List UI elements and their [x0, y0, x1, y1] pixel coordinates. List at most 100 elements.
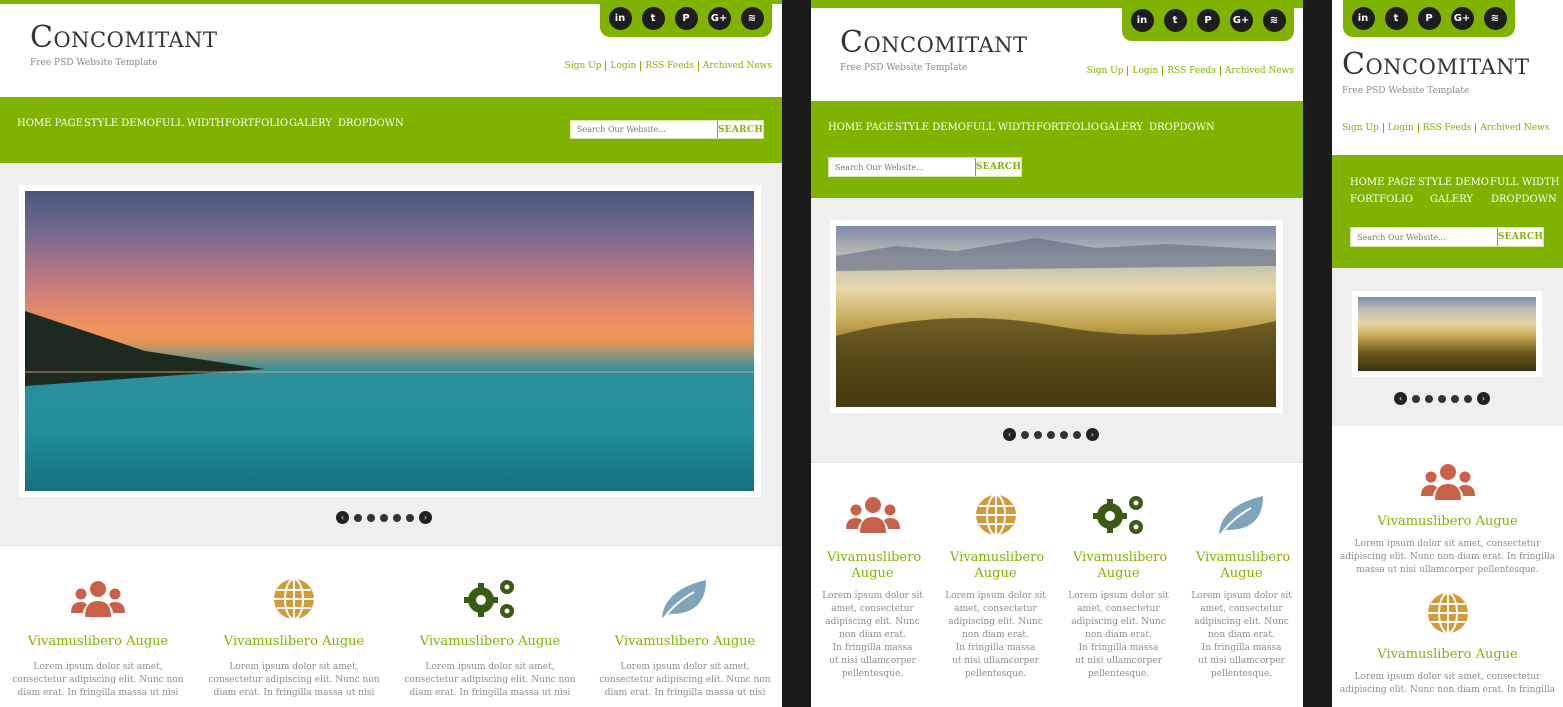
gears-icon	[392, 578, 588, 620]
feature-title[interactable]: Vivamuslibero Augue	[934, 550, 1057, 582]
slider-next-button[interactable]: ›	[1086, 428, 1099, 441]
slider-area: ‹ ›	[811, 198, 1303, 462]
slider-next-button[interactable]: ›	[419, 511, 432, 524]
rss-icon[interactable]: ≋	[1262, 9, 1286, 32]
slider-next-button[interactable]: ›	[1477, 392, 1490, 405]
linkedin-icon[interactable]: in	[1351, 7, 1375, 30]
archived-news-link[interactable]: Archived News	[699, 61, 772, 71]
slider-dot[interactable]	[367, 513, 375, 522]
slider-dot[interactable]	[1412, 394, 1420, 403]
search-form: Search Our Website... SEARCH	[828, 157, 1022, 177]
palm-island-silhouette	[25, 311, 754, 386]
search-input[interactable]: Search Our Website...	[829, 158, 975, 176]
slider-prev-button[interactable]: ‹	[336, 511, 349, 524]
feature-title[interactable]: Vivamuslibero Augue	[588, 634, 782, 650]
nav-dropdown[interactable]: DROPDOWN	[1491, 194, 1557, 205]
nav-style-demo[interactable]: STYLE DEMO	[895, 122, 966, 133]
nav-home-page[interactable]: HOME PAGE	[1350, 177, 1416, 188]
nav-home-page[interactable]: HOME PAGE	[17, 118, 83, 129]
users-icon	[1332, 462, 1563, 502]
rss-feeds-link[interactable]: RSS Feeds	[1418, 123, 1477, 133]
login-link[interactable]: Login	[1383, 123, 1419, 133]
archived-news-link[interactable]: Archived News	[1221, 66, 1294, 76]
slider-dot[interactable]	[1073, 430, 1081, 439]
pinterest-icon[interactable]: P	[1417, 7, 1441, 30]
nav-full-width[interactable]: FULL WIDTH	[1490, 177, 1559, 188]
signup-link[interactable]: Sign Up	[560, 61, 607, 71]
nav-full-width[interactable]: FULL WIDTH	[966, 122, 1035, 133]
archived-news-link[interactable]: Archived News	[1476, 123, 1549, 133]
slider-dot[interactable]	[1425, 394, 1433, 403]
slider-prev-button[interactable]: ‹	[1394, 392, 1407, 405]
signup-link[interactable]: Sign Up	[1338, 123, 1384, 133]
slider-dot[interactable]	[393, 513, 401, 522]
slider-dot[interactable]	[1438, 394, 1446, 403]
nav-galery[interactable]: GALERY	[1100, 122, 1143, 133]
feature-title[interactable]: Vivamuslibero Augue	[1057, 550, 1180, 582]
leaf-icon	[1180, 494, 1303, 536]
nav-galery[interactable]: GALERY	[289, 118, 332, 129]
signup-link[interactable]: Sign Up	[1082, 66, 1129, 76]
rss-icon[interactable]: ≋	[740, 7, 764, 30]
nav-dropdown[interactable]: DROPDOWN	[338, 118, 404, 129]
twitter-icon[interactable]: t	[1163, 9, 1187, 32]
nav-style-demo[interactable]: STYLE DEMO	[1418, 177, 1489, 188]
google-plus-icon[interactable]: G+	[707, 7, 731, 30]
slide-frame	[1352, 291, 1542, 377]
feature-title[interactable]: Vivamuslibero Augue	[1180, 550, 1303, 582]
slider-dot[interactable]	[354, 513, 362, 522]
slider-dot[interactable]	[1021, 430, 1029, 439]
slider-dot[interactable]	[1451, 394, 1459, 403]
feature-title[interactable]: Vivamuslibero Augue	[1332, 647, 1563, 663]
search-input[interactable]: Search Our Website...	[571, 121, 717, 138]
slider-dot[interactable]	[1034, 430, 1042, 439]
search-button[interactable]: SEARCH	[717, 121, 763, 138]
feature-title[interactable]: Vivamuslibero Augue	[196, 634, 392, 650]
slider-dot[interactable]	[1060, 430, 1068, 439]
nav-home-page[interactable]: HOME PAGE	[828, 122, 894, 133]
main-nav: HOME PAGE STYLE DEMO FULL WIDTH FORTFOLI…	[811, 101, 1303, 198]
linkedin-icon[interactable]: in	[608, 7, 632, 30]
slider-dot[interactable]	[1047, 430, 1055, 439]
nav-galery[interactable]: GALERY	[1430, 194, 1473, 205]
site-logo[interactable]: Concomitant	[30, 20, 218, 55]
linkedin-icon[interactable]: in	[1130, 9, 1154, 32]
users-icon	[811, 494, 934, 536]
pinterest-icon[interactable]: P	[674, 7, 698, 30]
nav-fortfolio[interactable]: FORTFOLIO	[225, 118, 288, 129]
search-input[interactable]: Search Our Website...	[1351, 228, 1497, 246]
search-button[interactable]: SEARCH	[975, 158, 1021, 176]
nav-fortfolio[interactable]: FORTFOLIO	[1036, 122, 1099, 133]
slider-dot[interactable]	[1464, 394, 1472, 403]
slide-frame	[19, 185, 761, 497]
search-button[interactable]: SEARCH	[1497, 228, 1543, 246]
nav-full-width[interactable]: FULL WIDTH	[155, 118, 224, 129]
login-link[interactable]: Login	[606, 61, 642, 71]
feature-title[interactable]: Vivamuslibero Augue	[0, 634, 196, 650]
twitter-icon[interactable]: t	[1384, 7, 1408, 30]
slider-dot[interactable]	[406, 513, 414, 522]
feature-title[interactable]: Vivamuslibero Augue	[392, 634, 588, 650]
google-plus-icon[interactable]: G+	[1450, 7, 1474, 30]
nav-dropdown[interactable]: DROPDOWN	[1149, 122, 1215, 133]
rss-icon[interactable]: ≋	[1483, 7, 1507, 30]
login-link[interactable]: Login	[1128, 66, 1164, 76]
slide-image-hills	[1358, 297, 1536, 371]
rss-feeds-link[interactable]: RSS Feeds	[1163, 66, 1221, 76]
feature-title[interactable]: Vivamuslibero Augue	[1332, 514, 1563, 530]
leaf-icon	[588, 578, 782, 620]
slider-prev-button[interactable]: ‹	[1003, 428, 1016, 441]
pinterest-icon[interactable]: P	[1196, 9, 1220, 32]
rss-feeds-link[interactable]: RSS Feeds	[641, 61, 699, 71]
feature-globe: Vivamuslibero Augue Lorem ipsum dolor si…	[1332, 592, 1563, 697]
feature-leaf: Vivamuslibero Augue Lorem ipsum dolor si…	[1180, 494, 1303, 681]
nav-fortfolio[interactable]: FORTFOLIO	[1350, 194, 1413, 205]
site-logo[interactable]: Concomitant	[840, 25, 1028, 60]
twitter-icon[interactable]: t	[641, 7, 665, 30]
nav-style-demo[interactable]: STYLE DEMO	[84, 118, 155, 129]
feature-title[interactable]: Vivamuslibero Augue	[811, 550, 934, 582]
slider-dot[interactable]	[380, 513, 388, 522]
site-logo[interactable]: Concomitant	[1342, 47, 1530, 82]
google-plus-icon[interactable]: G+	[1229, 9, 1253, 32]
feature-text: Lorem ipsum dolor sit amet, consectetur ad…	[1191, 591, 1292, 679]
